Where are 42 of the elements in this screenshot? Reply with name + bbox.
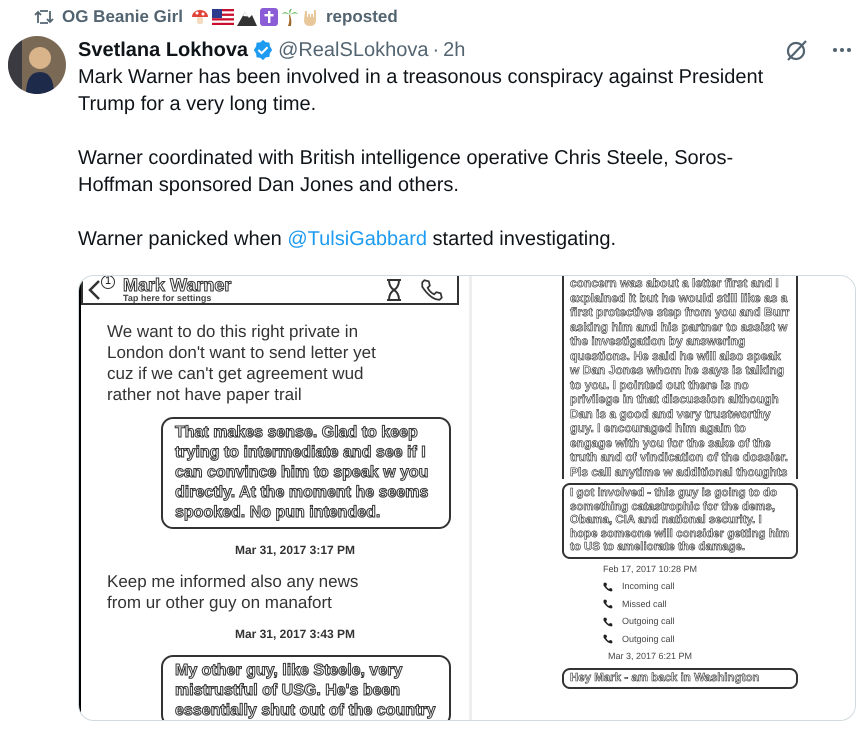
sent-message: Hey Mark - am back in Washington <box>562 668 798 689</box>
phone-icon <box>602 633 614 646</box>
page-text: concern was about a letter first and I explained it but he would still like as a first protective step from you and Burr asking him and his partner to assist w the investigation by answering questions. He said he will also speak w Dan Jones whom he says is talking to you. I pointed out there is no privilege in that discussion although Dan is a good and very trustworthy guy. I encouraged him again to engage with you for the sake of the truth and of vindication of the dossier. Pls call anytime w additional thoughts <box>562 276 798 479</box>
phone-icon <box>419 276 445 302</box>
post-time: 2h <box>443 38 466 63</box>
post-text: Warner panicked when @TulsiGabbard started investigating. <box>78 227 617 252</box>
received-message: We want to do this right private in London don't want to send letter yet cuz if we can't get agreement wud rather not have paper trail <box>106 321 377 405</box>
message-timestamp: Mar 31, 2017 3:43 PM <box>234 626 356 643</box>
phone-icon <box>602 580 614 593</box>
call-entry: Outgoing call <box>622 615 675 628</box>
phone-icon <box>602 616 614 628</box>
repost-label: reposted <box>326 6 398 28</box>
author-name: Svetlana Lokhova <box>78 38 248 63</box>
message-timestamp: Mar 31, 2017 3:17 PM <box>234 542 356 559</box>
post-text: Warner coordinated with British intelligence operative Chris Steele, Soros-Hoffman sponsored Dan Jones and others. <box>78 146 734 198</box>
mushroom-icon <box>190 8 209 26</box>
flag-icon <box>212 9 234 25</box>
call-entry: Incoming call <box>622 580 675 593</box>
message-timestamp: Mar 3, 2017 6:21 PM <box>608 650 694 663</box>
unread-count: 1 <box>101 276 115 288</box>
more-icon[interactable] <box>832 47 852 53</box>
repost-icon <box>34 9 54 25</box>
reposter-name: OG Beanie Girl <box>62 6 183 28</box>
hand-icon <box>302 8 318 26</box>
sent-message: I got involved - this guy is going to do something catastrophic for the dems, Obama, CIA and national security. I hope someone will consider getting him to US to ameliorate the damage. <box>562 483 798 558</box>
contact-subtitle: Tap here for settings <box>123 294 212 303</box>
call-entry: Missed call <box>622 598 667 610</box>
mention-link[interactable]: @TulsiGabbard <box>287 228 427 250</box>
contact-name: Mark Warner <box>123 276 232 294</box>
received-message: Keep me informed also any news from ur other guy on manafort <box>106 571 360 613</box>
back-icon <box>87 278 101 300</box>
sent-message: My other guy, like Steele, very mistrustful of USG. He's been essentially shut out of the country <box>161 655 451 720</box>
post-text: Mark Warner has been involved in a treasonous conspiracy against President Trump for a very long time. <box>78 65 764 117</box>
author-handle: @RealSLokhova <box>278 38 428 63</box>
separator: · <box>432 38 440 63</box>
sent-message: That makes sense. Glad to keep trying to intermediate and see if I can convince him to speak w you directly. At the moment he seems spooked. No pun intended. <box>161 417 451 529</box>
message-timestamp: Feb 17, 2017 10:28 PM <box>602 562 698 576</box>
hourglass-icon <box>385 278 403 302</box>
palm-tree-icon <box>280 8 299 26</box>
phone-icon <box>602 598 614 610</box>
call-entry: Outgoing call <box>622 632 675 646</box>
cross-icon <box>260 8 278 26</box>
